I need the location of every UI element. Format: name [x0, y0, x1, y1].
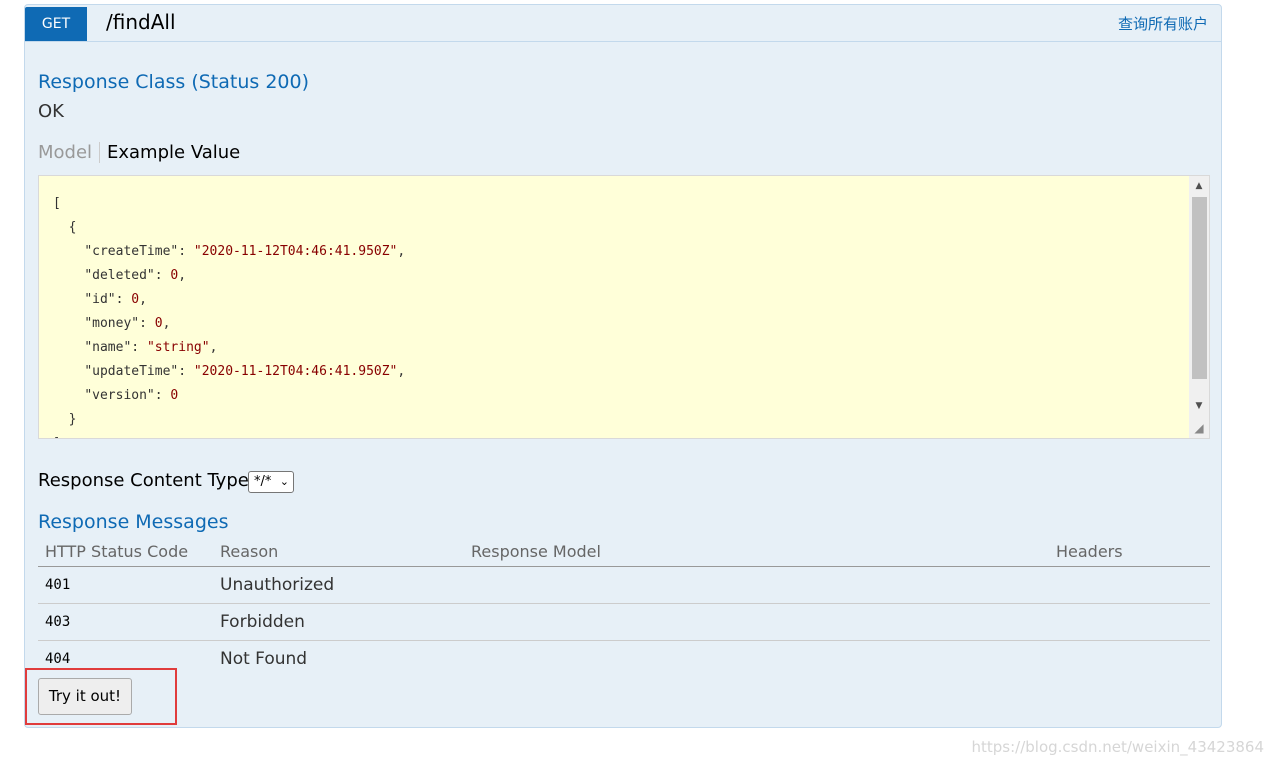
header-response-model: Response Model	[471, 542, 601, 561]
endpoint-path[interactable]: /findAll	[106, 10, 176, 34]
resize-grip-icon[interactable]: ◢	[1189, 418, 1209, 438]
header-headers: Headers	[1056, 542, 1123, 561]
code-line: {	[53, 220, 77, 235]
status-code: 404	[45, 651, 71, 667]
status-reason: Unauthorized	[220, 575, 335, 595]
code-line: "updateTime": "2020-11-12T04:46:41.950Z"…	[84, 364, 406, 379]
table-row: 401 Unauthorized	[38, 567, 1210, 604]
response-messages-title: Response Messages	[38, 511, 229, 533]
code-line: "version": 0	[84, 388, 179, 403]
example-value-code: [ { "createTime": "2020-11-12T04:46:41.9…	[53, 192, 406, 438]
tab-model[interactable]: Model	[38, 142, 101, 163]
status-code: 401	[45, 577, 71, 593]
response-status-text: OK	[38, 101, 64, 122]
triangle-up-icon[interactable]: ▲	[1189, 176, 1209, 196]
highlight-annotation-box	[25, 668, 177, 725]
code-line: [	[53, 196, 61, 211]
code-line: }	[53, 412, 77, 427]
table-row: 403 Forbidden	[38, 604, 1210, 641]
status-reason: Not Found	[220, 649, 308, 669]
code-line: "id": 0,	[84, 292, 147, 307]
operation-heading[interactable]: GET /findAll 查询所有账户	[25, 5, 1221, 42]
http-method-badge[interactable]: GET	[25, 7, 87, 41]
chevron-down-icon: ⌄	[279, 475, 289, 488]
tab-example-value[interactable]: Example Value	[107, 142, 240, 163]
operation-panel: GET /findAll 查询所有账户 Response Class (Stat…	[24, 4, 1222, 728]
triangle-down-icon[interactable]: ▼	[1189, 396, 1209, 416]
code-line: ]	[53, 432, 405, 438]
response-class-title: Response Class (Status 200)	[38, 71, 309, 93]
response-messages-table: HTTP Status Code Reason Response Model H…	[38, 540, 1210, 677]
status-code: 403	[45, 614, 71, 630]
response-content-type-label: Response Content Type	[38, 470, 249, 491]
table-header: HTTP Status Code Reason Response Model H…	[38, 540, 1210, 567]
status-reason: Forbidden	[220, 612, 305, 632]
scroll-thumb[interactable]	[1192, 197, 1207, 379]
code-line: "deleted": 0,	[84, 268, 187, 283]
selected-content-type: */*	[254, 474, 272, 489]
header-reason: Reason	[220, 542, 279, 561]
table-row: 404 Not Found	[38, 641, 1210, 677]
operation-summary[interactable]: 查询所有账户	[1118, 13, 1208, 34]
example-value-code-box[interactable]: [ { "createTime": "2020-11-12T04:46:41.9…	[38, 175, 1210, 439]
code-line: "name": "string",	[84, 340, 218, 355]
code-line: "money": 0,	[84, 316, 171, 331]
response-content-type-select[interactable]: */* ⌄	[248, 471, 294, 493]
code-line: "createTime": "2020-11-12T04:46:41.950Z"…	[84, 244, 406, 259]
code-scrollbar[interactable]: ▲ ▼	[1189, 176, 1209, 438]
watermark: https://blog.csdn.net/weixin_43423864	[971, 738, 1264, 756]
header-status-code: HTTP Status Code	[45, 542, 189, 561]
